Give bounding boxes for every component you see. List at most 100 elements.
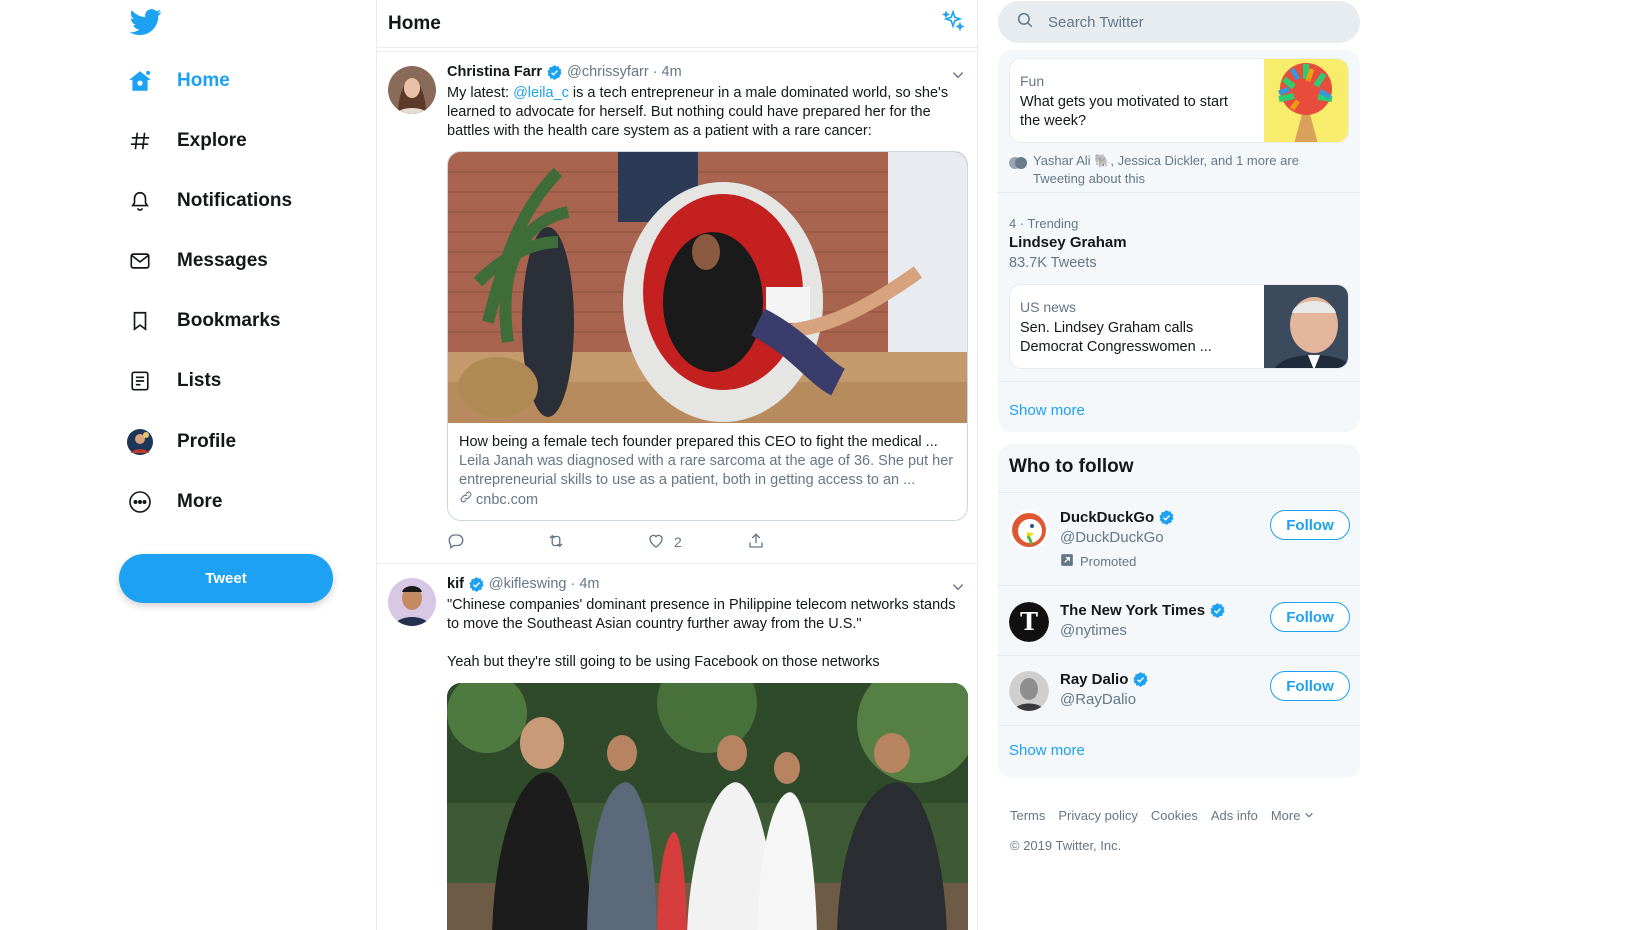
chevron-down-icon[interactable] bbox=[951, 580, 965, 599]
footer-link-ads-info[interactable]: Ads info bbox=[1211, 808, 1258, 823]
footer-link-cookies[interactable]: Cookies bbox=[1151, 808, 1198, 823]
card-body: How being a female tech founder prepared… bbox=[448, 423, 967, 520]
more-icon bbox=[126, 488, 154, 516]
link-icon bbox=[459, 490, 473, 510]
trends-show-more-link[interactable]: Show more bbox=[1009, 402, 1085, 419]
hashtag-icon bbox=[126, 127, 154, 155]
tweet-text-prefix: My latest: bbox=[447, 85, 514, 101]
tweet-timestamp[interactable]: 4m bbox=[579, 576, 599, 592]
news-title: Sen. Lindsey Graham calls Democrat Congr… bbox=[1020, 320, 1212, 355]
verified-badge-icon bbox=[1209, 602, 1226, 619]
heart-icon bbox=[647, 532, 665, 553]
home-timeline: Home Christina Farr @chrissyfarr · 4m My… bbox=[376, 0, 978, 930]
nav-more[interactable]: More bbox=[126, 480, 222, 524]
follow-button[interactable]: Follow bbox=[1270, 602, 1350, 632]
tweet-header: Christina Farr @chrissyfarr · 4m bbox=[447, 62, 967, 82]
sparkle-icon[interactable] bbox=[941, 9, 965, 38]
tweet-author-name[interactable]: kif bbox=[447, 576, 464, 592]
nav-lists[interactable]: Lists bbox=[126, 359, 221, 403]
search-box[interactable] bbox=[998, 1, 1360, 43]
nav-label: Profile bbox=[177, 431, 237, 452]
promoted-label: Promoted bbox=[1060, 553, 1136, 570]
tweet-image[interactable] bbox=[447, 683, 968, 930]
avatar[interactable] bbox=[388, 578, 436, 626]
footer-more-dropdown[interactable]: More bbox=[1271, 808, 1314, 823]
nav-label: Bookmarks bbox=[177, 310, 281, 331]
tweet-actions: 2 bbox=[447, 521, 967, 563]
account-handle: @RayDalio bbox=[1060, 691, 1137, 708]
tweet-author-name[interactable]: Christina Farr bbox=[447, 64, 542, 80]
account-name: Ray Dalio bbox=[1060, 671, 1153, 688]
moment-category: Fun bbox=[1020, 73, 1045, 89]
footer-links: Terms Privacy policy Cookies Ads info Mo… bbox=[1010, 808, 1327, 823]
nav-label: Explore bbox=[177, 130, 247, 151]
tweet-header: kif @kifleswing · 4m bbox=[447, 574, 967, 594]
chevron-down-icon[interactable] bbox=[951, 68, 965, 87]
social-context-text: Yashar Ali 🐘, Jessica Dickler, and 1 mor… bbox=[1033, 153, 1299, 186]
tweet[interactable]: Christina Farr @chrissyfarr · 4m My late… bbox=[377, 52, 977, 564]
avatar[interactable] bbox=[1009, 671, 1049, 711]
search-icon bbox=[1016, 11, 1034, 34]
nav-label: Messages bbox=[177, 250, 268, 271]
sidebar-nav: Home Explore Notifications Messages Book… bbox=[118, 0, 378, 930]
account-name-text[interactable]: Ray Dalio bbox=[1060, 671, 1128, 688]
tweet-button[interactable]: Tweet bbox=[119, 554, 333, 603]
link-card[interactable]: How being a female tech founder prepared… bbox=[447, 151, 968, 521]
promoted-icon bbox=[1060, 553, 1074, 570]
footer-link-privacy[interactable]: Privacy policy bbox=[1058, 808, 1137, 823]
trend-count: 83.7K Tweets bbox=[1009, 255, 1097, 271]
nav-messages[interactable]: Messages bbox=[126, 239, 268, 283]
who-to-follow-show-more-link[interactable]: Show more bbox=[1009, 742, 1085, 759]
nav-profile[interactable]: Profile bbox=[126, 420, 236, 464]
account-name-text[interactable]: DuckDuckGo bbox=[1060, 509, 1154, 526]
retweet-button[interactable] bbox=[547, 532, 647, 553]
timeline-header: Home bbox=[377, 0, 977, 48]
avatar[interactable] bbox=[1009, 510, 1049, 550]
nav-label: Home bbox=[177, 70, 230, 91]
moment-image bbox=[1264, 59, 1348, 142]
account-name: The New York Times bbox=[1060, 602, 1230, 619]
bookmark-icon bbox=[126, 307, 154, 335]
mention-link[interactable]: @leila_c bbox=[513, 85, 569, 101]
card-title: How being a female tech founder prepared… bbox=[459, 434, 938, 450]
account-name: DuckDuckGo bbox=[1060, 509, 1179, 526]
follow-button[interactable]: Follow bbox=[1270, 671, 1350, 701]
moment-card[interactable]: Fun What gets you motivated to start the… bbox=[1009, 58, 1349, 143]
avatar[interactable] bbox=[388, 66, 436, 114]
reply-button[interactable] bbox=[447, 532, 547, 553]
footer-link-terms[interactable]: Terms bbox=[1010, 808, 1045, 823]
follow-suggestion-duckduckgo[interactable]: DuckDuckGo @DuckDuckGo Promoted Follow bbox=[998, 493, 1360, 585]
like-count: 2 bbox=[674, 534, 682, 550]
tweet-author-handle[interactable]: @chrissyfarr bbox=[567, 64, 649, 80]
nav-explore[interactable]: Explore bbox=[126, 119, 247, 163]
nav-home[interactable]: Home bbox=[126, 59, 230, 103]
who-to-follow-panel: Who to follow DuckDuckGo @DuckDuckGo Pro… bbox=[998, 444, 1360, 778]
tweet[interactable]: kif @kifleswing · 4m "Chinese companies'… bbox=[377, 564, 977, 930]
twitter-logo-icon[interactable] bbox=[129, 6, 162, 38]
follow-suggestion-nytimes[interactable]: T The New York Times @nytimes Follow bbox=[998, 586, 1360, 655]
tweet-author-handle[interactable]: @kifleswing bbox=[489, 576, 567, 592]
like-button[interactable]: 2 bbox=[647, 532, 747, 553]
page-title: Home bbox=[388, 12, 441, 34]
tweet-text: "Chinese companies' dominant presence in… bbox=[447, 597, 956, 632]
tweet-timestamp[interactable]: 4m bbox=[662, 64, 682, 80]
nav-notifications[interactable]: Notifications bbox=[126, 179, 292, 223]
trend-name[interactable]: Lindsey Graham bbox=[1009, 234, 1127, 251]
bell-icon bbox=[126, 187, 154, 215]
share-button[interactable] bbox=[747, 532, 847, 553]
share-icon bbox=[747, 532, 765, 553]
follow-suggestion-raydalio[interactable]: Ray Dalio @RayDalio Follow bbox=[998, 656, 1360, 725]
nav-bookmarks[interactable]: Bookmarks bbox=[126, 299, 281, 343]
nav-label: More bbox=[177, 491, 223, 512]
account-name-text[interactable]: The New York Times bbox=[1060, 602, 1205, 619]
home-icon bbox=[126, 67, 154, 95]
follow-button[interactable]: Follow bbox=[1270, 510, 1350, 540]
promoted-text: Promoted bbox=[1080, 554, 1137, 569]
divider bbox=[998, 725, 1360, 726]
account-handle: @DuckDuckGo bbox=[1060, 529, 1164, 546]
search-input[interactable] bbox=[1048, 13, 1328, 31]
news-card[interactable]: US news Sen. Lindsey Graham calls Democr… bbox=[1009, 284, 1349, 369]
avatar bbox=[1009, 154, 1027, 172]
avatar[interactable]: T bbox=[1009, 602, 1049, 642]
footer-more-label: More bbox=[1270, 808, 1301, 823]
